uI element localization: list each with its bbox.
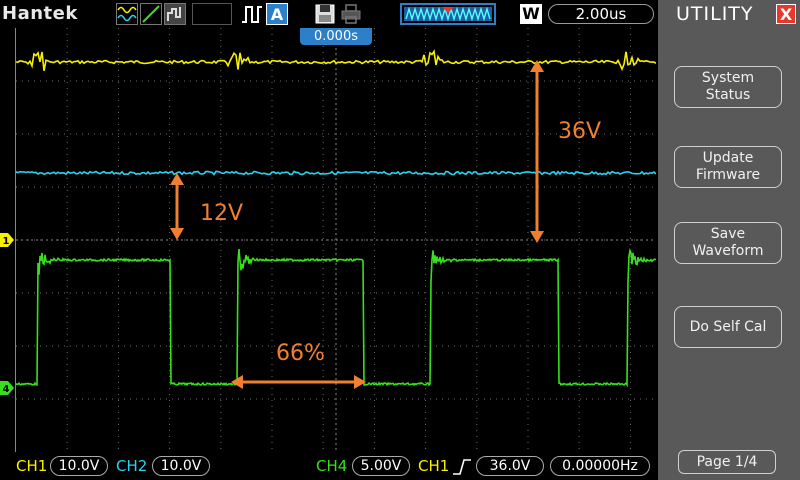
ch1-marker-label: 1 [3,236,10,247]
printer-icon[interactable] [340,3,362,25]
svg-text:A: A [271,5,284,24]
panel-header: UTILITY X [658,0,800,28]
utility-menu-panel: UTILITY X System Status Update Firmware … [658,0,800,480]
trigger-edge-icon[interactable] [240,3,264,25]
ch4-ground-marker[interactable]: 4 [0,381,14,395]
waveform-display[interactable]: 12V 36V 66% 0.000s [15,28,656,452]
trigger-level[interactable]: 36.0V [476,456,544,476]
ch1-ground-marker[interactable]: 1 [0,233,14,247]
waveform-canvas: 12V 36V 66% [16,28,656,452]
ch4-label[interactable]: CH4 [316,457,347,475]
waveform-run-icon [404,6,492,22]
trigger-source-label[interactable]: CH1 [418,457,449,475]
ch1-scale[interactable]: 10.0V [50,456,108,476]
persistence-icon[interactable] [164,3,186,25]
ch1-label[interactable]: CH1 [16,457,47,475]
self-calibration-button[interactable]: Do Self Cal [674,306,782,348]
close-icon[interactable]: X [776,4,796,24]
annotation-labels: 12V 36V 66% [200,119,601,366]
panel-title: UTILITY [676,3,754,25]
ch4-marker-label: 4 [3,384,10,395]
ac-coupling-icon[interactable] [116,3,138,25]
acquire-mode-badge[interactable]: W [520,4,542,24]
run-stop-indicator[interactable] [400,3,496,25]
gap-label: 12V [200,201,243,226]
gap-arrow-head-bottom [170,228,184,240]
amplitude-arrow-head-bottom [530,231,544,243]
status-bar: CH1 10.0V CH2 10.0V CH4 5.00V CH1 36.0V … [0,452,658,480]
rising-edge-icon [453,459,471,475]
ch2-label[interactable]: CH2 [116,457,147,475]
trigger-frequency: 0.00000Hz [550,456,650,476]
ch4-scale[interactable]: 5.00V [352,456,410,476]
page-indicator-button[interactable]: Page 1/4 [678,450,776,474]
brand-logo: Hantek [2,3,78,24]
ch2-scale[interactable]: 10.0V [152,456,210,476]
auto-mode-icon[interactable]: A [266,3,288,25]
timebase-value[interactable]: 2.00us [548,4,654,24]
trigger-position-label[interactable]: 0.000s [300,28,372,45]
save-disk-icon[interactable] [314,3,336,25]
amplitude-label: 36V [558,119,601,144]
center-axes [16,28,656,452]
slope-icon[interactable] [140,3,162,25]
update-firmware-button[interactable]: Update Firmware [674,146,782,188]
system-status-button[interactable]: System Status [674,66,782,108]
duty-cycle-label: 66% [276,341,325,366]
empty-slot-icon [192,3,232,25]
save-waveform-button[interactable]: Save Waveform [674,222,782,264]
top-toolbar: Hantek A W 2.00us [0,0,658,28]
